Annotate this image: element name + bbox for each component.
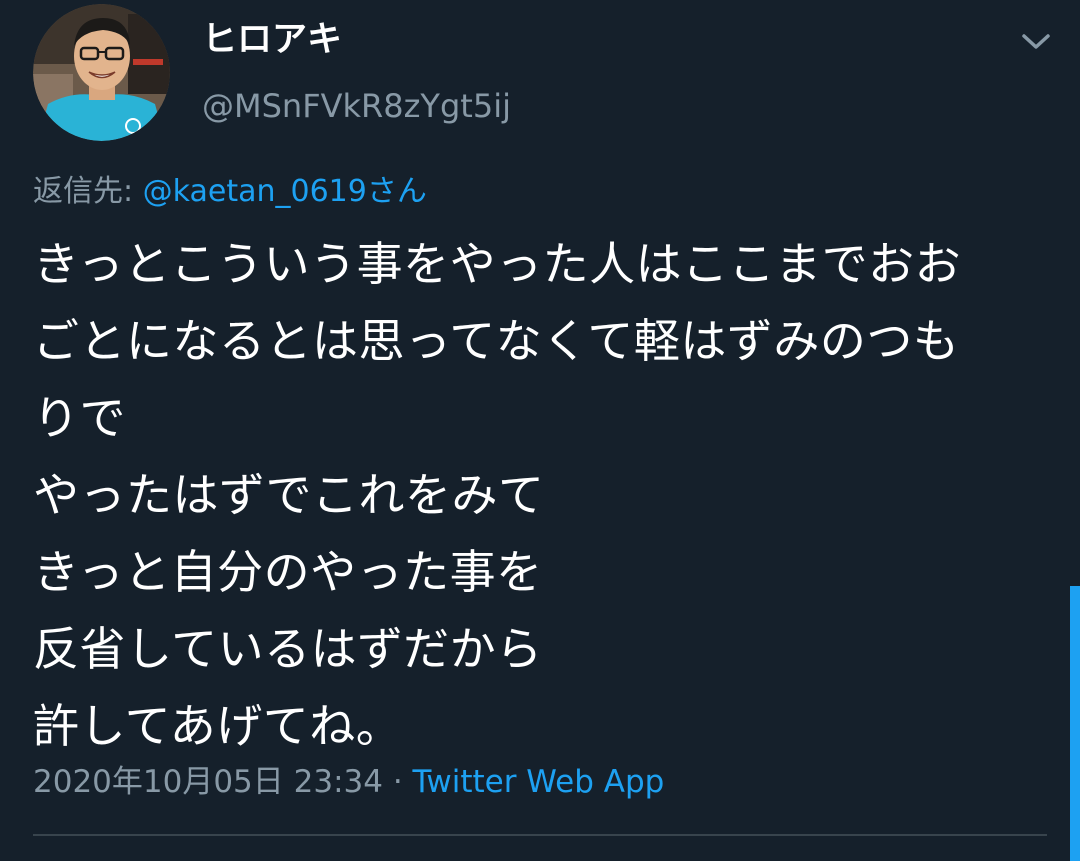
divider bbox=[33, 834, 1047, 836]
tweet-detail: ヒロアキ @MSnFVkR8zYgt5ij 返信先: @kaetan_0619さ… bbox=[0, 0, 1080, 861]
meta-separator: · bbox=[382, 764, 413, 800]
author-display-name[interactable]: ヒロアキ bbox=[202, 18, 342, 62]
tweet-text-line: 許してあげてね。 bbox=[33, 699, 403, 753]
tweet-text: きっとこういう事をやった人はここまでおお ごとになるとは思ってなくて軽はずみのつ… bbox=[33, 226, 1043, 765]
chevron-down-icon[interactable] bbox=[1016, 26, 1056, 58]
reply-prefix: 返信先: bbox=[33, 174, 143, 209]
avatar[interactable] bbox=[33, 4, 170, 141]
tweet-meta: 2020年10月05日 23:34 · Twitter Web App bbox=[33, 760, 664, 804]
tweet-timestamp[interactable]: 2020年10月05日 23:34 bbox=[33, 764, 383, 800]
tweet-text-line: ごとになるとは思ってなくて軽はずみのつも bbox=[33, 314, 960, 368]
tweet-text-line: きっと自分のやった事を bbox=[33, 545, 543, 599]
avatar-photo-icon bbox=[33, 4, 170, 141]
tweet-source-link[interactable]: Twitter Web App bbox=[413, 764, 665, 800]
scrollbar-thumb[interactable] bbox=[1070, 586, 1080, 861]
author-handle[interactable]: @MSnFVkR8zYgt5ij bbox=[202, 84, 511, 128]
reply-context: 返信先: @kaetan_0619さん bbox=[33, 170, 427, 214]
tweet-text-line: りで bbox=[33, 391, 126, 445]
tweet-text-line: 反省しているはずだから bbox=[33, 622, 543, 676]
tweet-text-line: やったはずでこれをみて bbox=[33, 468, 545, 522]
reply-to-user-link[interactable]: @kaetan_0619さん bbox=[143, 174, 427, 209]
tweet-text-line: きっとこういう事をやった人はここまでおお bbox=[33, 237, 962, 291]
